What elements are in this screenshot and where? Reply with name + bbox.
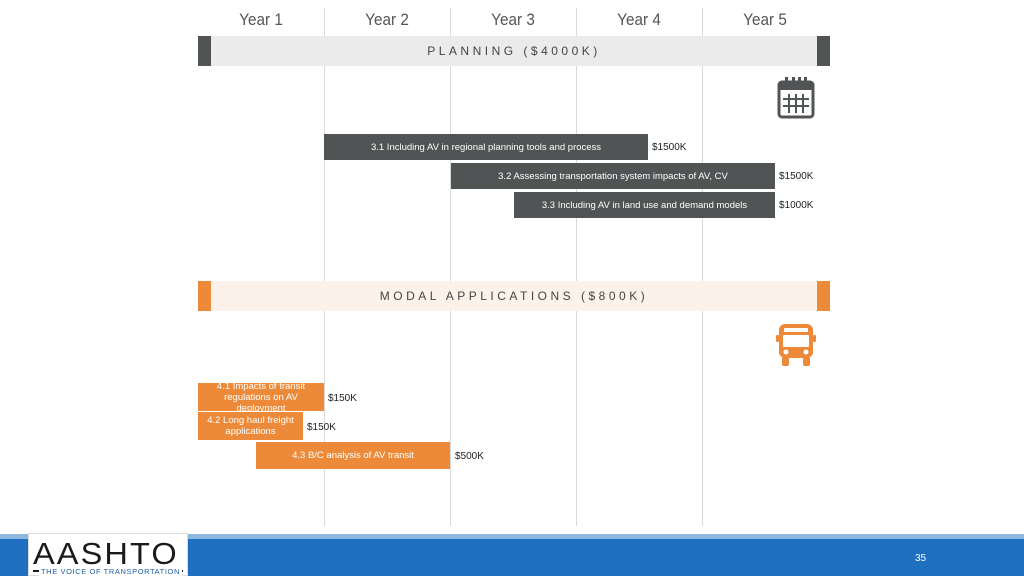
planning-band-right-cap	[817, 36, 830, 66]
task-cost-3-2: $1500K	[779, 171, 814, 182]
task-bar-4-2: 4.2 Long haul freight applications	[198, 412, 303, 440]
task-bar-3-3: 3.3 Including AV in land use and demand …	[514, 192, 775, 218]
task-cost-4-2: $150K	[307, 422, 336, 433]
bus-icon	[776, 324, 816, 366]
task-cost-3-3: $1000K	[779, 200, 814, 211]
modal-band-right-cap	[817, 281, 830, 311]
year-label-3: Year 3	[491, 10, 535, 29]
planning-section-band: PLANNING ($4000K)	[198, 36, 830, 66]
task-cost-4-1: $150K	[328, 393, 357, 404]
task-bar-3-2: 3.2 Assessing transportation system impa…	[451, 163, 775, 189]
task-bar-4-3: 4.3 B/C analysis of AV transit	[256, 442, 450, 469]
planning-section-title: PLANNING ($4000K)	[427, 44, 601, 58]
calendar-icon	[777, 77, 815, 119]
task-cost-3-1: $1500K	[652, 142, 687, 153]
year-label-2: Year 2	[365, 10, 409, 29]
aashto-logo: AASHTO THE VOICE OF TRANSPORTATION	[28, 533, 188, 576]
year-divider	[702, 8, 703, 526]
year-label-5: Year 5	[743, 10, 787, 29]
modal-section-title: MODAL APPLICATIONS ($800K)	[379, 289, 649, 303]
page-number: 35	[915, 553, 927, 564]
year-divider	[576, 8, 577, 526]
logo-tagline: THE VOICE OF TRANSPORTATION	[39, 567, 182, 576]
modal-section-band: MODAL APPLICATIONS ($800K)	[198, 281, 830, 311]
year-divider	[450, 8, 451, 526]
task-bar-3-1: 3.1 Including AV in regional planning to…	[324, 134, 648, 160]
year-label-4: Year 4	[617, 10, 661, 29]
year-label-1: Year 1	[239, 10, 283, 29]
task-cost-4-3: $500K	[455, 451, 484, 462]
task-bar-4-1: 4.1 Impacts of transit regulations on AV…	[198, 381, 324, 414]
